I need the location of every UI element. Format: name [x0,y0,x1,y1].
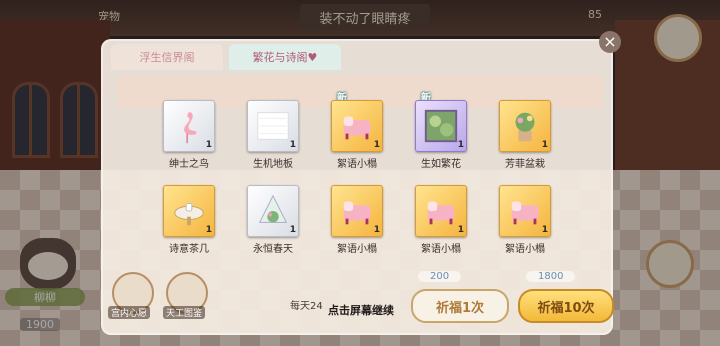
item-quantity: 1 [289,225,296,235]
wish-button-label: 宫内心愿 [108,306,151,319]
reward-item-card[interactable]: 1 [247,100,299,152]
item-name: 诗意茶几 [169,244,209,255]
reward-item[interactable]: 新 1 生如繁花 [415,93,467,170]
reward-item[interactable]: 1 芳菲盆栽 [499,100,551,170]
item-quantity: 1 [541,225,548,235]
reward-item[interactable]: 1 絮语小榻 [331,185,383,255]
reward-item[interactable]: 1 绅士之鸟 [163,100,215,170]
pray-ten-button[interactable]: 祈福10次 [518,289,614,323]
tab-pool-1[interactable]: 浮生信界阁 [111,44,223,70]
reward-item-card[interactable]: 1 [331,100,383,152]
item-name: 永恒春天 [253,244,293,255]
cost-single: 200 [418,271,462,282]
item-name: 絮语小榻 [337,244,377,255]
pool-tabs: 浮生信界阁 繁花与诗阁♥ [111,44,341,70]
cost-ten: 1800 [526,271,576,282]
reward-item[interactable]: 1 诗意茶几 [163,185,215,255]
close-icon[interactable]: × [599,31,621,53]
item-quantity: 1 [373,225,380,235]
reward-item[interactable]: 1 絮语小榻 [415,185,467,255]
reward-item-card[interactable]: 1 [499,185,551,237]
reward-item[interactable]: 新 1 絮语小榻 [331,93,383,170]
tab-pool-2[interactable]: 繁花与诗阁♥ [229,44,341,70]
item-quantity: 1 [289,140,296,150]
item-name: 生如繁花 [421,159,461,170]
reward-item-card[interactable]: 1 [331,185,383,237]
item-name: 生机地板 [253,159,293,170]
item-quantity: 1 [205,225,212,235]
item-quantity: 1 [373,140,380,150]
item-quantity: 1 [457,140,464,150]
catalog-button-label: 天工图鉴 [163,306,206,319]
item-quantity: 1 [205,140,212,150]
reward-item-card[interactable]: 1 [247,185,299,237]
pray-once-button[interactable]: 祈福1次 [411,289,509,323]
item-name: 絮语小榻 [337,159,377,170]
item-name: 绅士之鸟 [169,159,209,170]
reward-item-card[interactable]: 1 [163,185,215,237]
item-name: 絮语小榻 [421,244,461,255]
daily-hint: 每天24 [290,301,323,312]
reward-item-card[interactable]: 1 [415,185,467,237]
reward-grid: 1 绅士之鸟 1 生机地板新 1 絮语小榻新 1 生如繁花 1 芳菲盆栽 1 诗意茶几 1 永恒春天 1 絮语… [163,93,563,255]
reward-item[interactable]: 1 生机地板 [247,100,299,170]
reward-item-card[interactable]: 1 [163,100,215,152]
reward-item-card[interactable]: 1 [415,100,467,152]
tap-to-continue[interactable]: 点击屏幕继续 [328,302,394,318]
item-name: 絮语小榻 [505,244,545,255]
item-name: 芳菲盆栽 [505,159,545,170]
item-quantity: 1 [541,140,548,150]
reward-item[interactable]: 1 永恒春天 [247,185,299,255]
reward-item[interactable]: 1 絮语小榻 [499,185,551,255]
item-quantity: 1 [457,225,464,235]
reward-item-card[interactable]: 1 [499,100,551,152]
